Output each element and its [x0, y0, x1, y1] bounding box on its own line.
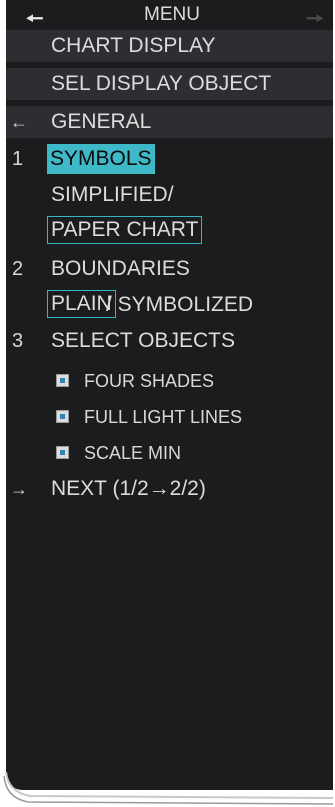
- boundaries-options[interactable]: PLAIN / SYMBOLIZED: [6, 290, 333, 320]
- checkbox-checked-icon[interactable]: [56, 374, 69, 387]
- chart-display-label: CHART DISPLAY: [51, 34, 216, 57]
- select-objects-item[interactable]: 3 SELECT OBJECTS: [6, 326, 333, 356]
- menu-header: 🠔 MENU 🠖: [6, 2, 333, 30]
- boundaries-label: BOUNDARIES: [51, 257, 190, 280]
- scale-min-label: SCALE MIN: [84, 443, 182, 463]
- menu-title: MENU: [144, 4, 200, 25]
- boundaries-item[interactable]: 2 BOUNDARIES: [6, 254, 333, 284]
- four-shades-checkbox-row[interactable]: FOUR SHADES: [6, 366, 333, 396]
- next-page-item[interactable]: → NEXT (1/2→2/2): [6, 474, 333, 504]
- symbols-label: SYMBOLS: [47, 144, 155, 174]
- full-light-lines-checkbox-row[interactable]: FULL LIGHT LINES: [6, 402, 333, 432]
- symbols-option-paper-chart[interactable]: PAPER CHART: [6, 216, 333, 246]
- item-number: 1: [12, 148, 24, 170]
- paper-chart-option: PAPER CHART: [47, 216, 203, 244]
- scale-min-checkbox-row[interactable]: SCALE MIN: [6, 438, 333, 468]
- next-label: NEXT (1/2→2/2): [51, 477, 206, 500]
- menu-panel: 🠔 MENU 🠖 CHART DISPLAY SEL DISPLAY OBJEC…: [6, 0, 333, 790]
- checkbox-checked-icon[interactable]: [56, 446, 69, 459]
- back-arrow-icon: ←: [10, 112, 28, 132]
- four-shades-label: FOUR SHADES: [84, 371, 215, 391]
- sel-display-object-label: SEL DISPLAY OBJECT: [51, 72, 272, 95]
- select-objects-label: SELECT OBJECTS: [51, 329, 235, 352]
- symbolized-option[interactable]: / SYMBOLIZED: [106, 290, 253, 320]
- symbols-item[interactable]: 1 SYMBOLS: [6, 144, 333, 174]
- simplified-option: SIMPLIFIED/: [51, 183, 174, 206]
- checkbox-checked-icon[interactable]: [56, 410, 69, 423]
- item-number: 3: [12, 330, 24, 352]
- sel-display-object-menu-item[interactable]: SEL DISPLAY OBJECT: [6, 68, 333, 100]
- full-light-lines-label: FULL LIGHT LINES: [84, 407, 243, 427]
- right-arrow-icon: →: [10, 479, 28, 499]
- chart-display-menu-item[interactable]: CHART DISPLAY: [6, 30, 333, 62]
- symbols-option-simplified[interactable]: SIMPLIFIED/: [6, 180, 333, 210]
- item-number: 2: [12, 258, 24, 280]
- general-back-item[interactable]: ← GENERAL: [6, 106, 333, 138]
- general-label: GENERAL: [51, 110, 152, 133]
